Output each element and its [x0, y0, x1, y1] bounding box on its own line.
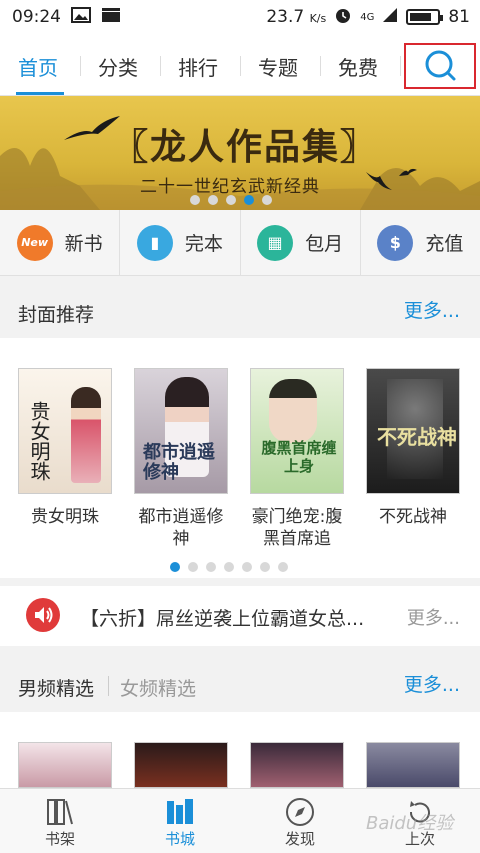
book-cover: 不死战神 [366, 368, 460, 494]
tab-female-picks[interactable]: 女频精选 [120, 674, 196, 701]
cover-section-header: 封面推荐 更多... [0, 280, 480, 338]
category-label: 完本 [184, 233, 223, 255]
promo-bar[interactable]: 【六折】屌丝逆袭上位霸道女总... 更多... [0, 586, 480, 646]
tab-home[interactable]: 首页 [18, 52, 58, 81]
category-row: New 新书 ▮ 完本 ▦ 包月 $ 充值 [0, 210, 480, 276]
pagination-dot[interactable] [244, 195, 254, 205]
tab-free[interactable]: 免费 [338, 52, 378, 81]
book-cover[interactable] [250, 742, 344, 788]
search-button[interactable] [404, 43, 476, 89]
book-cover: 都市逍遥修神 [134, 368, 228, 494]
more-link[interactable]: 更多... [407, 604, 460, 630]
pagination-dot[interactable] [206, 562, 216, 572]
book-title: 都市逍遥修神 [138, 507, 224, 549]
book-item[interactable]: 贵女明珠 贵女明珠 [18, 368, 112, 528]
banner-subtitle: 二十一世纪玄武新经典 [140, 177, 320, 197]
compass-icon [286, 798, 314, 826]
category-item[interactable]: $ 充值 [361, 210, 480, 275]
calendar-icon: ▦ [257, 224, 294, 261]
pagination-dot[interactable] [170, 562, 180, 572]
category-item[interactable]: New 新书 [0, 210, 121, 275]
clapper-icon [101, 7, 121, 28]
more-link[interactable]: 更多... [404, 296, 460, 323]
nav-label: 书架 [44, 830, 75, 848]
network-type: 4G [360, 11, 375, 23]
tab-divider [160, 56, 161, 76]
book-cover: 腹黑首席缠上身 [250, 368, 344, 494]
gender-section-header: 男频精选 女频精选 更多... [0, 654, 480, 712]
category-item[interactable]: ▦ 包月 [241, 210, 361, 275]
new-badge-icon: New [16, 224, 53, 261]
book-cover[interactable] [134, 742, 228, 788]
network-speed: 23.7 K/s [266, 7, 327, 27]
tab-divider [240, 56, 241, 76]
pagination-dot[interactable] [188, 562, 198, 572]
book-cover[interactable] [366, 742, 460, 788]
banner-carousel[interactable]: 〖龙人作品集〗 二十一世纪玄武新经典 [0, 96, 480, 210]
status-time: 09:24 [12, 7, 61, 27]
pagination-dot[interactable] [260, 562, 270, 572]
book-pagination [170, 562, 288, 572]
category-label: 充值 [425, 233, 464, 255]
pagination-dot[interactable] [226, 195, 236, 205]
watermark: Baidu经验 [366, 813, 454, 834]
cover-books: 贵女明珠 贵女明珠 都市逍遥修神 都市逍遥修神 腹黑首席缠上身 豪门绝宠:腹黑首… [0, 338, 480, 578]
active-tab-indicator [16, 92, 64, 95]
promo-text: 【六折】屌丝逆袭上位霸道女总... [80, 608, 365, 630]
tab-male-picks[interactable]: 男频精选 [18, 674, 94, 701]
section-title: 封面推荐 [18, 304, 95, 326]
category-label: 新书 [64, 233, 103, 255]
nav-label: 发现 [284, 830, 315, 848]
battery-icon [406, 9, 444, 25]
book-item[interactable]: 腹黑首席缠上身 豪门绝宠:腹黑首席追 [250, 368, 344, 550]
pagination-dot[interactable] [262, 195, 272, 205]
signal-icon [382, 7, 398, 28]
book-cover[interactable] [18, 742, 112, 788]
book-item[interactable]: 不死战神 不死战神 [366, 368, 460, 528]
pagination-dot[interactable] [190, 195, 200, 205]
battery-percent: 81 [448, 7, 470, 27]
tab-divider [320, 56, 321, 76]
gender-books-row [0, 712, 480, 788]
speaker-icon [26, 598, 60, 632]
bird-icon [399, 168, 417, 176]
pagination-dot[interactable] [278, 562, 288, 572]
bottom-nav: 书架 书城 发现 上次 Baidu经验 [0, 788, 480, 853]
top-nav: 首页 分类 排行 专题 免费 [0, 34, 480, 96]
book-icon: ▮ [136, 224, 173, 261]
tab-ranking[interactable]: 排行 [178, 52, 218, 81]
book-title: 不死战神 [379, 507, 447, 527]
category-item[interactable]: ▮ 完本 [120, 210, 241, 275]
pagination-dot[interactable] [242, 562, 252, 572]
bookshelf-icon [47, 799, 73, 825]
nav-discover[interactable]: 发现 [240, 789, 360, 853]
pagination-dot[interactable] [208, 195, 218, 205]
dollar-icon: $ [377, 224, 414, 261]
alarm-icon [334, 6, 352, 29]
tab-divider [400, 56, 401, 76]
bird-icon [366, 172, 392, 190]
book-cover: 贵女明珠 [18, 368, 112, 494]
banner-title: 〖龙人作品集〗 [112, 126, 379, 168]
tab-category[interactable]: 分类 [98, 52, 138, 81]
pagination-dot[interactable] [224, 562, 234, 572]
more-link[interactable]: 更多... [404, 670, 460, 697]
bookstore-icon [167, 799, 193, 824]
book-title: 豪门绝宠:腹黑首席追 [251, 507, 343, 549]
book-title: 贵女明珠 [31, 507, 99, 527]
status-bar: 09:24 23.7 K/s 4G 81 [0, 0, 480, 34]
tab-topics[interactable]: 专题 [258, 52, 298, 81]
nav-bookstore[interactable]: 书城 [120, 789, 240, 853]
book-item[interactable]: 都市逍遥修神 都市逍遥修神 [134, 368, 228, 550]
banner-pagination [190, 195, 272, 205]
nav-bookshelf[interactable]: 书架 [0, 789, 120, 853]
category-label: 包月 [305, 233, 344, 255]
tab-divider [80, 56, 81, 76]
image-icon [71, 6, 91, 28]
nav-label: 书城 [164, 830, 195, 848]
tab-divider [108, 676, 109, 696]
search-icon [425, 50, 456, 81]
